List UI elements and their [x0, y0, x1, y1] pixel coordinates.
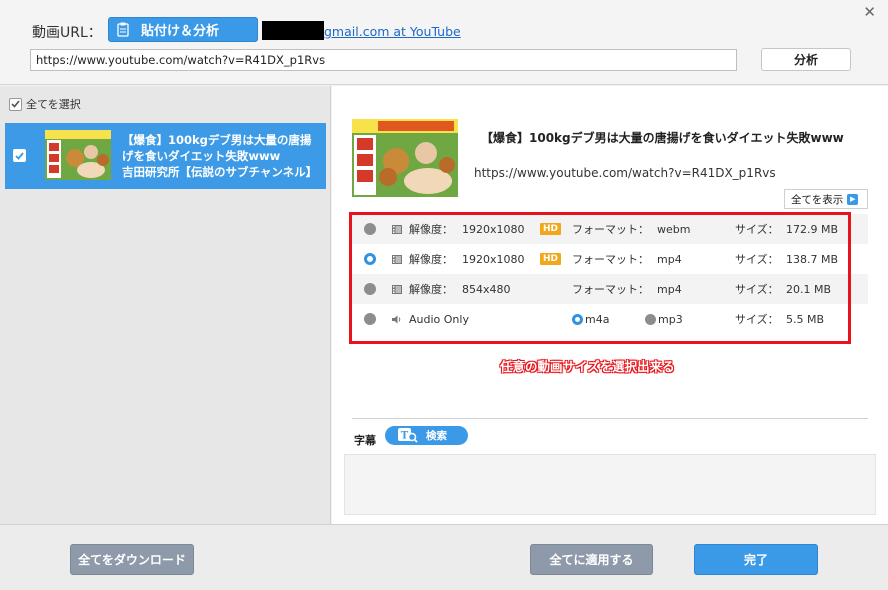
subtitle-search-button[interactable]: T 検索 [385, 426, 468, 445]
paste-analyze-button[interactable]: 貼付け＆分析 [108, 17, 258, 42]
format-radio-selected[interactable] [364, 253, 376, 265]
mp3-radio[interactable] [645, 313, 656, 325]
done-button[interactable]: 完了 [694, 544, 818, 575]
format-row[interactable]: 解像度： 1920x1080 HD フォーマット： mp4 サイズ： 138.7… [352, 244, 868, 274]
format-value: webm [657, 222, 691, 236]
subtitle-result-area [344, 454, 876, 515]
url-label: 動画URL： [32, 25, 102, 41]
video-item-text: 【爆食】100kgデブ男は大量の唐揚げを食いダイエット失敗www 吉田研究所【伝… [122, 132, 322, 180]
video-thumbnail-large [352, 119, 458, 197]
size-label: サイズ： [735, 283, 779, 296]
format-radio[interactable] [364, 223, 376, 235]
film-icon [392, 214, 402, 244]
top-bar: ✕ 動画URL： 貼付け＆分析 gmail.com at YouTube 分析 [0, 0, 888, 85]
format-label: フォーマット： [572, 283, 649, 296]
download-all-button[interactable]: 全てをダウンロード [70, 544, 194, 575]
close-icon[interactable]: ✕ [863, 3, 876, 21]
apply-all-button[interactable]: 全てに適用する [530, 544, 653, 575]
size-label: サイズ： [735, 253, 779, 266]
play-icon: ▶ [847, 193, 859, 205]
svg-text:T: T [401, 431, 409, 442]
hd-badge: HD [540, 223, 562, 235]
video-thumbnail [45, 130, 111, 180]
resolution-label: 解像度： [409, 283, 453, 296]
video-list-sidebar: 全てを選択 【爆食】100kgデブ男は大量の唐揚げを食いダイエット失敗www 吉… [0, 86, 331, 524]
format-label: フォーマット： [572, 223, 649, 236]
analyze-button[interactable]: 分析 [761, 48, 851, 71]
account-link[interactable]: gmail.com at YouTube [324, 24, 461, 39]
resolution-label: 解像度： [409, 223, 453, 236]
checkbox-checked-icon [9, 97, 22, 111]
select-all-checkbox[interactable]: 全てを選択 [9, 96, 81, 112]
resolution-value: 1920x1080 [462, 222, 525, 236]
format-row[interactable]: 解像度： 854x480 フォーマット： mp4 サイズ： 20.1 MB [352, 274, 868, 304]
mp3-label: mp3 [658, 312, 683, 326]
divider [352, 418, 868, 419]
size-value: 20.1 MB [786, 282, 832, 296]
item-checkbox[interactable] [13, 149, 26, 162]
show-all-label: 全てを表示 [791, 193, 844, 206]
format-radio[interactable] [364, 283, 376, 295]
speaker-icon [392, 304, 402, 334]
audio-only-label: Audio Only [409, 312, 469, 326]
resolution-label: 解像度： [409, 253, 453, 266]
video-list-item[interactable]: 【爆食】100kgデブ男は大量の唐揚げを食いダイエット失敗www 吉田研究所【伝… [5, 123, 326, 189]
resolution-value: 1920x1080 [462, 252, 525, 266]
resolution-value: 854x480 [462, 282, 511, 296]
subtitle-search-label: 検索 [426, 430, 447, 442]
hd-badge: HD [540, 253, 562, 265]
size-label: サイズ： [735, 223, 779, 236]
format-value: mp4 [657, 282, 682, 296]
video-title: 【爆食】100kgデブ男は大量の唐揚げを食いダイエット失敗www [481, 131, 844, 145]
video-item-title: 【爆食】100kgデブ男は大量の唐揚げを食いダイエット失敗www [122, 133, 312, 163]
format-radio[interactable] [364, 313, 376, 325]
footer-bar: 全てをダウンロード 全てに適用する 完了 [0, 524, 888, 590]
subtitle-label: 字幕 [354, 434, 376, 447]
m4a-label: m4a [585, 312, 610, 326]
size-value: 138.7 MB [786, 252, 839, 266]
show-all-button[interactable]: 全てを表示 ▶ [784, 189, 868, 209]
format-row[interactable]: 解像度： 1920x1080 HD フォーマット： webm サイズ： 172.… [352, 214, 868, 244]
size-value: 5.5 MB [786, 312, 825, 326]
url-input[interactable] [30, 49, 737, 71]
film-icon [392, 274, 402, 304]
m4a-radio-selected[interactable] [572, 313, 583, 325]
clipboard-icon [117, 22, 129, 37]
text-search-icon: T [398, 428, 418, 443]
format-value: mp4 [657, 252, 682, 266]
film-icon [392, 244, 402, 274]
paste-analyze-label: 貼付け＆分析 [141, 24, 220, 39]
size-label: サイズ： [735, 313, 779, 326]
video-detail-panel: 【爆食】100kgデブ男は大量の唐揚げを食いダイエット失敗www https:/… [332, 86, 888, 524]
mp3-option[interactable]: mp3 [645, 304, 683, 334]
format-label: フォーマット： [572, 253, 649, 266]
redacted-account-name [262, 21, 324, 40]
video-item-channel: 吉田研究所【伝説のサブチャンネル】 [122, 165, 318, 179]
select-all-label: 全てを選択 [26, 98, 81, 111]
m4a-option[interactable]: m4a [572, 304, 609, 334]
video-url: https://www.youtube.com/watch?v=R41DX_p1… [474, 166, 776, 180]
annotation-text: 任意の動画サイズを選択出来る [500, 359, 675, 374]
format-row-audio[interactable]: Audio Only m4a mp3 サイズ： 5.5 MB [352, 304, 868, 334]
size-value: 172.9 MB [786, 222, 839, 236]
